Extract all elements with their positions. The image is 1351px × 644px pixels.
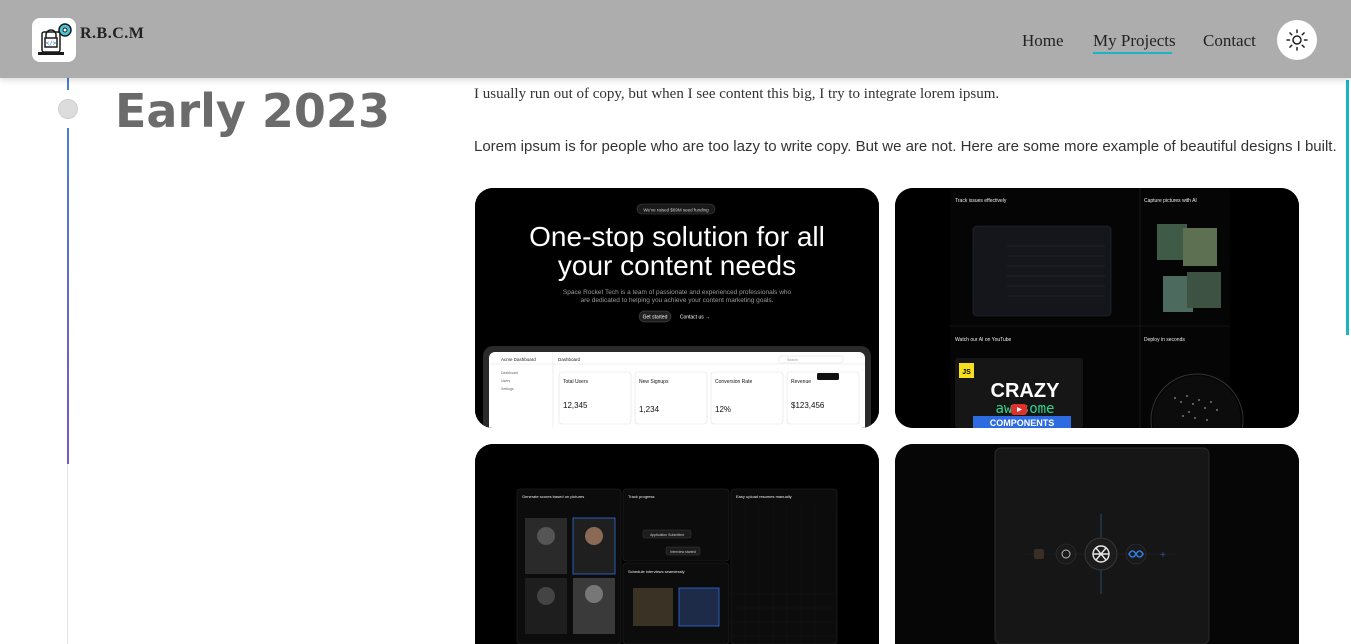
dashboard-nav-2: Users [501,379,510,383]
feature-scores: Generate scores based on pictures [522,494,584,499]
body-text: Lorem ipsum is for people who are too la… [474,138,1337,155]
project-card-ai-integrations[interactable]: + [895,444,1299,644]
stat-value-conversion: 12% [715,405,731,414]
project-card-ai-features[interactable]: Track issues effectively Capture picture… [895,188,1299,428]
dashboard-nav-3: Settings [501,387,514,391]
project-screenshot: + [895,444,1299,644]
cta-contact: Contact us → [680,315,710,321]
active-nav-indicator [1093,52,1172,54]
feature-track-issues: Track issues effectively [955,198,1007,204]
stat-label-conversion: Conversion Rate [715,379,752,385]
stat-value-revenue: $123,456 [791,401,825,410]
hero-headline-1: One-stop solution for all [529,221,825,252]
project-screenshot: Generate scores based on pictures Track … [475,444,879,644]
stat-value-users: 12,345 [563,401,588,410]
brand-name[interactable]: R.B.C.M [80,25,144,43]
feature-youtube: Watch our AI on YouTube [955,337,1012,343]
dashboard-title: Dashboard [558,357,581,362]
sun-icon [1286,29,1308,51]
dashboard-app-name: Acme Dashboard [501,357,536,362]
scroll-progress-bar [1346,80,1349,335]
intro-text: I usually run out of copy, but when I se… [474,86,1000,102]
nav-home[interactable]: Home [1022,31,1064,51]
timeline-period-heading: Early 2023 [115,84,390,138]
svg-text:</>: </> [46,40,57,47]
nav-contact[interactable]: Contact [1203,31,1256,51]
feature-deploy: Deploy in seconds [1144,337,1185,343]
hero-sub-1: Space Rocket Tech is a team of passionat… [563,289,792,296]
feature-track-progress: Track progress [628,494,655,499]
timeline-progress-line [67,128,69,464]
project-screenshot: We've raised $69M seed funding One-stop … [475,188,879,428]
hero-sub-2: are dedicated to helping you achieve you… [581,297,774,304]
brand-logo[interactable]: </> [32,18,76,62]
site-header: </> R.B.C.M Home My Projects Contact [0,0,1351,78]
feature-upload: Easy upload resumes manually [736,494,792,499]
dashboard-nav-1: Dashboard [501,371,518,375]
laptop-lock-gear-icon: </> [38,23,72,55]
hero-headline-2: your content needs [558,250,796,281]
feature-schedule: Schedule interviews seamlessly [628,569,684,574]
thumb-components: COMPONENTS [990,418,1055,428]
cta-get-started: Get started [643,315,668,321]
theme-toggle-button[interactable] [1277,20,1317,60]
nav-my-projects[interactable]: My Projects [1093,31,1176,51]
svg-text:+: + [1160,550,1167,559]
thumb-crazy: CRAZY [991,380,1061,402]
project-screenshot: Track issues effectively Capture picture… [895,188,1299,428]
feature-capture-pictures: Capture pictures with AI [1144,198,1197,204]
stat-label-revenue: Revenue [791,379,811,385]
tag-application-submitted: Application Submitted [650,533,684,537]
timeline-track [67,464,68,644]
js-badge: JS [962,369,971,376]
stat-label-users: Total Users [563,379,589,385]
project-card-content-site[interactable]: We've raised $69M seed funding One-stop … [475,188,879,428]
stat-value-signups: 1,234 [639,405,660,414]
tag-interview-started: Interview started [670,550,696,554]
dashboard-search: Search [787,358,798,362]
timeline-dot [58,99,78,119]
project-card-recruiting-app[interactable]: Generate scores based on pictures Track … [475,444,879,644]
pill-text: We've raised $69M seed funding [643,208,709,213]
stat-label-signups: New Signups [639,379,669,385]
